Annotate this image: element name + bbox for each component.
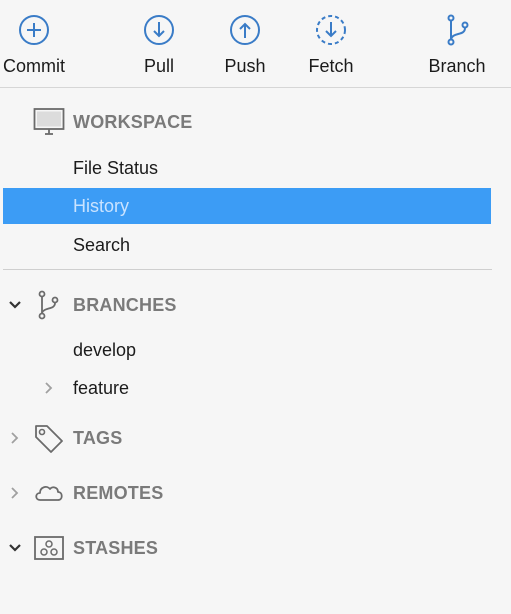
arrow-down-dashed-circle-icon (316, 15, 346, 45)
branch-label: Branch (428, 56, 486, 76)
sidebar-item-file-status[interactable]: File Status (3, 150, 491, 186)
commit-label: Commit (3, 56, 65, 76)
sidebar-item-label: History (73, 196, 130, 216)
pull-button[interactable]: Pull (130, 0, 188, 88)
section-stashes[interactable]: STASHES (0, 530, 500, 566)
chevron-right-icon[interactable] (41, 381, 55, 395)
sidebar-item-history[interactable]: History (3, 188, 491, 224)
branch-button[interactable]: Branch (422, 0, 492, 88)
cloud-icon (35, 486, 63, 501)
section-title: BRANCHES (73, 295, 177, 315)
section-title: STASHES (73, 538, 159, 558)
branch-label: feature (73, 378, 130, 398)
section-tags[interactable]: TAGS (0, 420, 500, 456)
section-branches[interactable]: BRANCHES (0, 287, 500, 323)
branch-item-feature[interactable]: feature (3, 370, 491, 406)
fetch-button[interactable]: Fetch (302, 0, 360, 88)
branch-icon (447, 14, 469, 46)
branch-item-develop[interactable]: develop (3, 332, 491, 368)
chevron-down-icon[interactable] (7, 540, 23, 556)
sidebar-item-search[interactable]: Search (3, 227, 491, 263)
branch-label: develop (73, 340, 137, 360)
pull-label: Pull (143, 56, 174, 76)
arrow-down-circle-icon (144, 15, 174, 45)
section-remotes[interactable]: REMOTES (0, 475, 500, 511)
stash-box-icon (34, 536, 64, 560)
chevron-right-icon[interactable] (7, 430, 23, 446)
sidebar-item-label: File Status (73, 158, 159, 178)
commit-button[interactable]: Commit (0, 0, 68, 88)
push-button[interactable]: Push (214, 0, 276, 88)
push-label: Push (224, 56, 266, 76)
sidebar-item-label: Search (73, 235, 131, 255)
arrow-up-circle-icon (230, 15, 260, 45)
fetch-label: Fetch (308, 56, 354, 76)
tag-icon (35, 425, 63, 453)
section-title: TAGS (73, 428, 123, 448)
plus-circle-icon (19, 15, 49, 45)
chevron-right-icon[interactable] (7, 485, 23, 501)
toolbar: Commit Pull Push Fetch Branch (0, 0, 511, 88)
monitor-icon (33, 108, 65, 135)
sidebar: WORKSPACE File Status History Search BRA… (0, 89, 511, 614)
branch-icon (38, 290, 59, 320)
chevron-down-icon[interactable] (7, 297, 23, 313)
section-title: REMOTES (73, 483, 164, 503)
section-workspace[interactable]: WORKSPACE (0, 104, 500, 140)
section-title: WORKSPACE (73, 112, 193, 132)
divider (3, 269, 492, 270)
